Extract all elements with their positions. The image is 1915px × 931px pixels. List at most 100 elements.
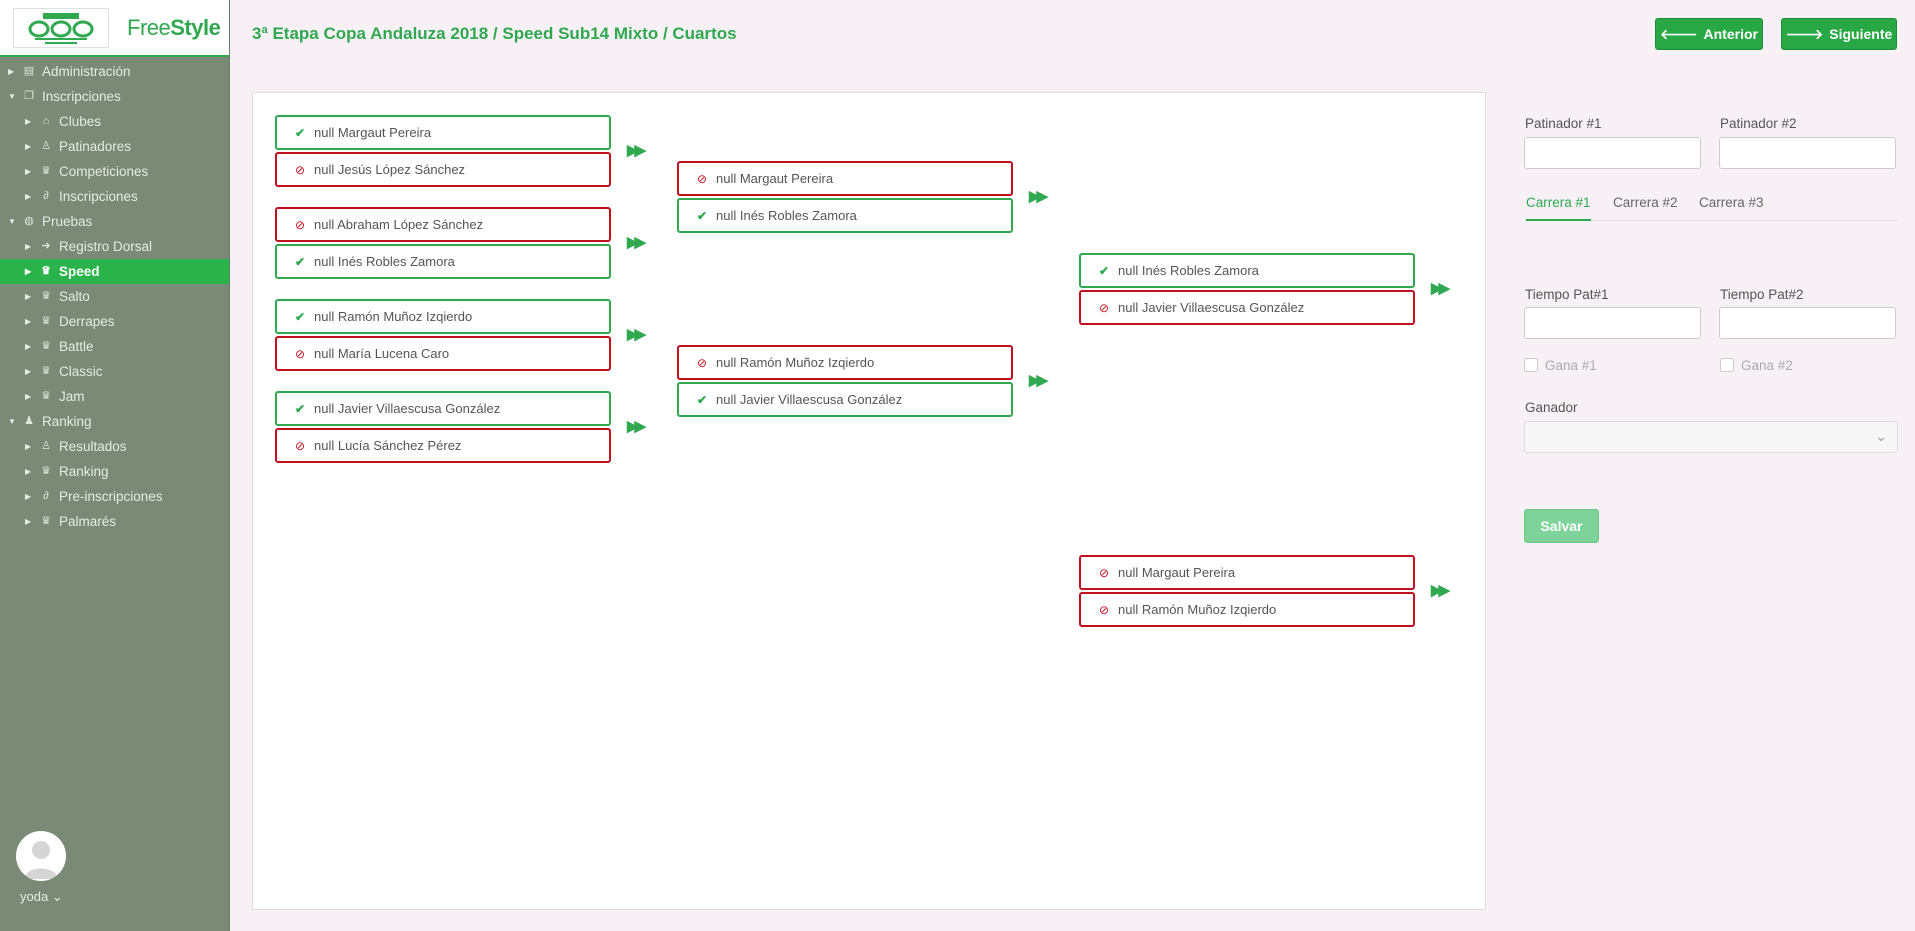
caret-right-icon: ▶ (25, 242, 32, 251)
federation-logo[interactable] (13, 7, 109, 48)
tiempo-1-input[interactable] (1524, 307, 1701, 339)
bracket-entry[interactable]: ✔ null Margaut Pereira (275, 115, 611, 150)
sidebar-item-label: Speed (59, 264, 100, 279)
sidebar-item-competiciones[interactable]: ▶ ♛ Competiciones (0, 159, 229, 184)
bracket-entry[interactable]: ⊘ null María Lucena Caro (275, 336, 611, 371)
sidebar-item-battle[interactable]: ▶ ♛ Battle (0, 334, 229, 359)
sidebar-item-inscripciones[interactable]: ▶ ∂ Inscripciones (0, 184, 229, 209)
skater-name: null Margaut Pereira (1118, 565, 1236, 580)
sidebar-item-pre-inscripciones[interactable]: ▶ ∂ Pre-inscripciones (0, 484, 229, 509)
patinador-2-label: Patinador #2 (1720, 116, 1797, 131)
skater-name: null María Lucena Caro (314, 346, 450, 361)
bracket-entry[interactable]: ⊘ null Abraham López Sánchez (275, 207, 611, 242)
bracket-entry[interactable]: ✔ null Inés Robles Zamora (275, 244, 611, 279)
sidebar-item-palmar-s[interactable]: ▶ ♛ Palmarés (0, 509, 229, 534)
sidebar-item-label: Derrapes (59, 314, 115, 329)
gana-1-checkbox[interactable] (1524, 358, 1538, 372)
ban-icon: ⊘ (696, 355, 708, 370)
caret-right-icon: ▶ (25, 517, 32, 526)
fast-forward-icon[interactable]: ▶▶ (627, 141, 646, 159)
archive-icon: ▤ (23, 65, 35, 77)
tiempo-2-input[interactable] (1719, 307, 1896, 339)
bracket-entry[interactable]: ⊘ null Margaut Pereira (1079, 555, 1415, 590)
check-icon: ✔ (696, 208, 708, 223)
bracket-entry[interactable]: ✔ null Javier Villaescusa González (275, 391, 611, 426)
bracket-entry[interactable]: ✔ null Inés Robles Zamora (1079, 253, 1415, 288)
sidebar-item-ranking[interactable]: ▼ ♟ Ranking (0, 409, 229, 434)
fast-forward-icon[interactable]: ▶▶ (627, 417, 646, 435)
sidebar-item-label: Registro Dorsal (59, 239, 153, 254)
sidebar-item-registro-dorsal[interactable]: ▶ ➜ Registro Dorsal (0, 234, 229, 259)
caret-right-icon: ▶ (25, 167, 32, 176)
caret-down-icon: ▼ (8, 217, 16, 226)
sidebar-item-classic[interactable]: ▶ ♛ Classic (0, 359, 229, 384)
bracket-entry[interactable]: ✔ null Ramón Muñoz Izqierdo (275, 299, 611, 334)
app-name-style: Style (170, 14, 221, 40)
bracket-match: ✔ null Javier Villaescusa González ⊘ null L… (275, 391, 611, 465)
arrow-left-icon: 🡐 (1660, 25, 1698, 42)
skater-name: null Abraham López Sánchez (314, 217, 484, 232)
skater-name: null Inés Robles Zamora (1118, 263, 1259, 278)
bracket-entry[interactable]: ⊘ null Ramón Muñoz Izqierdo (1079, 592, 1415, 627)
sidebar-item-label: Classic (59, 364, 103, 379)
sidebar-item-label: Pre-inscripciones (59, 489, 163, 504)
sidebar-item-clubes[interactable]: ▶ ⌂ Clubes (0, 109, 229, 134)
caret-right-icon: ▶ (25, 142, 32, 151)
sidebar-item-inscripciones[interactable]: ▼ ❐ Inscripciones (0, 84, 229, 109)
sidebar-item-label: Inscripciones (42, 89, 121, 104)
bracket-entry[interactable]: ⊘ null Jesús López Sánchez (275, 152, 611, 187)
bracket-entry[interactable]: ⊘ null Ramón Muñoz Izqierdo (677, 345, 1013, 380)
user-panel: yoda ⌄ (0, 831, 230, 931)
patinador-2-input[interactable] (1719, 137, 1896, 169)
tab-carrera-1[interactable]: Carrera #1 (1526, 195, 1591, 221)
fast-forward-icon[interactable]: ▶▶ (627, 325, 646, 343)
bracket-entry[interactable]: ✔ null Inés Robles Zamora (677, 198, 1013, 233)
save-button[interactable]: Salvar (1524, 509, 1599, 543)
ganador-select[interactable]: ⌄ (1524, 421, 1898, 453)
sidebar-item-derrapes[interactable]: ▶ ♛ Derrapes (0, 309, 229, 334)
gana-2-checkbox[interactable] (1720, 358, 1734, 372)
bracket-entry[interactable]: ✔ null Javier Villaescusa González (677, 382, 1013, 417)
fast-forward-icon[interactable]: ▶▶ (1029, 371, 1048, 389)
ban-icon: ⊘ (294, 346, 306, 361)
next-button-label: Siguiente (1829, 26, 1893, 42)
caret-down-icon: ▼ (8, 417, 16, 426)
sidebar-item-speed[interactable]: ▶ ♛ Speed (0, 259, 229, 284)
sidebar-menu: ▶ ▤ Administración ▼ ❐ Inscripciones ▶ ⌂ Clubes ▶… (0, 57, 229, 534)
sidebar-item-pruebas[interactable]: ▼ ◍ Pruebas (0, 209, 229, 234)
bracket-entry[interactable]: ⊘ null Lucía Sánchez Pérez (275, 428, 611, 463)
sidebar-item-jam[interactable]: ▶ ♛ Jam (0, 384, 229, 409)
sidebar-item-ranking[interactable]: ▶ ♛ Ranking (0, 459, 229, 484)
sidebar-item-label: Resultados (59, 439, 127, 454)
fast-forward-icon[interactable]: ▶▶ (1431, 279, 1450, 297)
arrow-right-icon: 🡒 (1785, 25, 1824, 42)
caret-right-icon: ▶ (25, 492, 32, 501)
sidebar-item-administraci-n[interactable]: ▶ ▤ Administración (0, 59, 229, 84)
previous-button[interactable]: 🡐 Anterior (1655, 18, 1763, 50)
bracket-match: ⊘ null Ramón Muñoz Izqierdo ✔ null Javier V… (677, 345, 1013, 419)
patinador-1-input[interactable] (1524, 137, 1701, 169)
fast-forward-icon[interactable]: ▶▶ (1029, 187, 1048, 205)
skater-name: null Javier Villaescusa González (716, 392, 903, 407)
skater-name: null Inés Robles Zamora (314, 254, 455, 269)
bracket-match: ⊘ null Margaut Pereira ⊘ null Ramón Muñoz I… (1079, 555, 1415, 629)
sidebar-item-patinadores[interactable]: ▶ ♙ Patinadores (0, 134, 229, 159)
tab-carrera-3[interactable]: Carrera #3 (1699, 195, 1764, 221)
bracket-entry[interactable]: ⊘ null Javier Villaescusa González (1079, 290, 1415, 325)
fast-forward-icon[interactable]: ▶▶ (1431, 581, 1450, 599)
bracket-entry[interactable]: ⊘ null Margaut Pereira (677, 161, 1013, 196)
skater-name: null Ramón Muñoz Izqierdo (1118, 602, 1277, 617)
fast-forward-icon[interactable]: ▶▶ (627, 233, 646, 251)
caret-right-icon: ▶ (25, 317, 32, 326)
sidebar-item-salto[interactable]: ▶ ♛ Salto (0, 284, 229, 309)
avatar[interactable] (16, 831, 66, 881)
user-menu-toggle[interactable]: yoda ⌄ (20, 889, 63, 905)
next-button[interactable]: 🡒 Siguiente (1781, 18, 1897, 50)
sidebar-item-resultados[interactable]: ▶ ♙ Resultados (0, 434, 229, 459)
tab-carrera-2[interactable]: Carrera #2 (1613, 195, 1678, 221)
skater-name: null Javier Villaescusa González (1118, 300, 1305, 315)
tiempo-1-label: Tiempo Pat#1 (1525, 287, 1609, 302)
chevron-down-icon: ⌄ (1875, 428, 1887, 444)
caret-right-icon: ▶ (25, 442, 32, 451)
sidebar: FreeStyle ▶ ▤ Administración ▼ ❐ Inscripcione… (0, 0, 230, 931)
